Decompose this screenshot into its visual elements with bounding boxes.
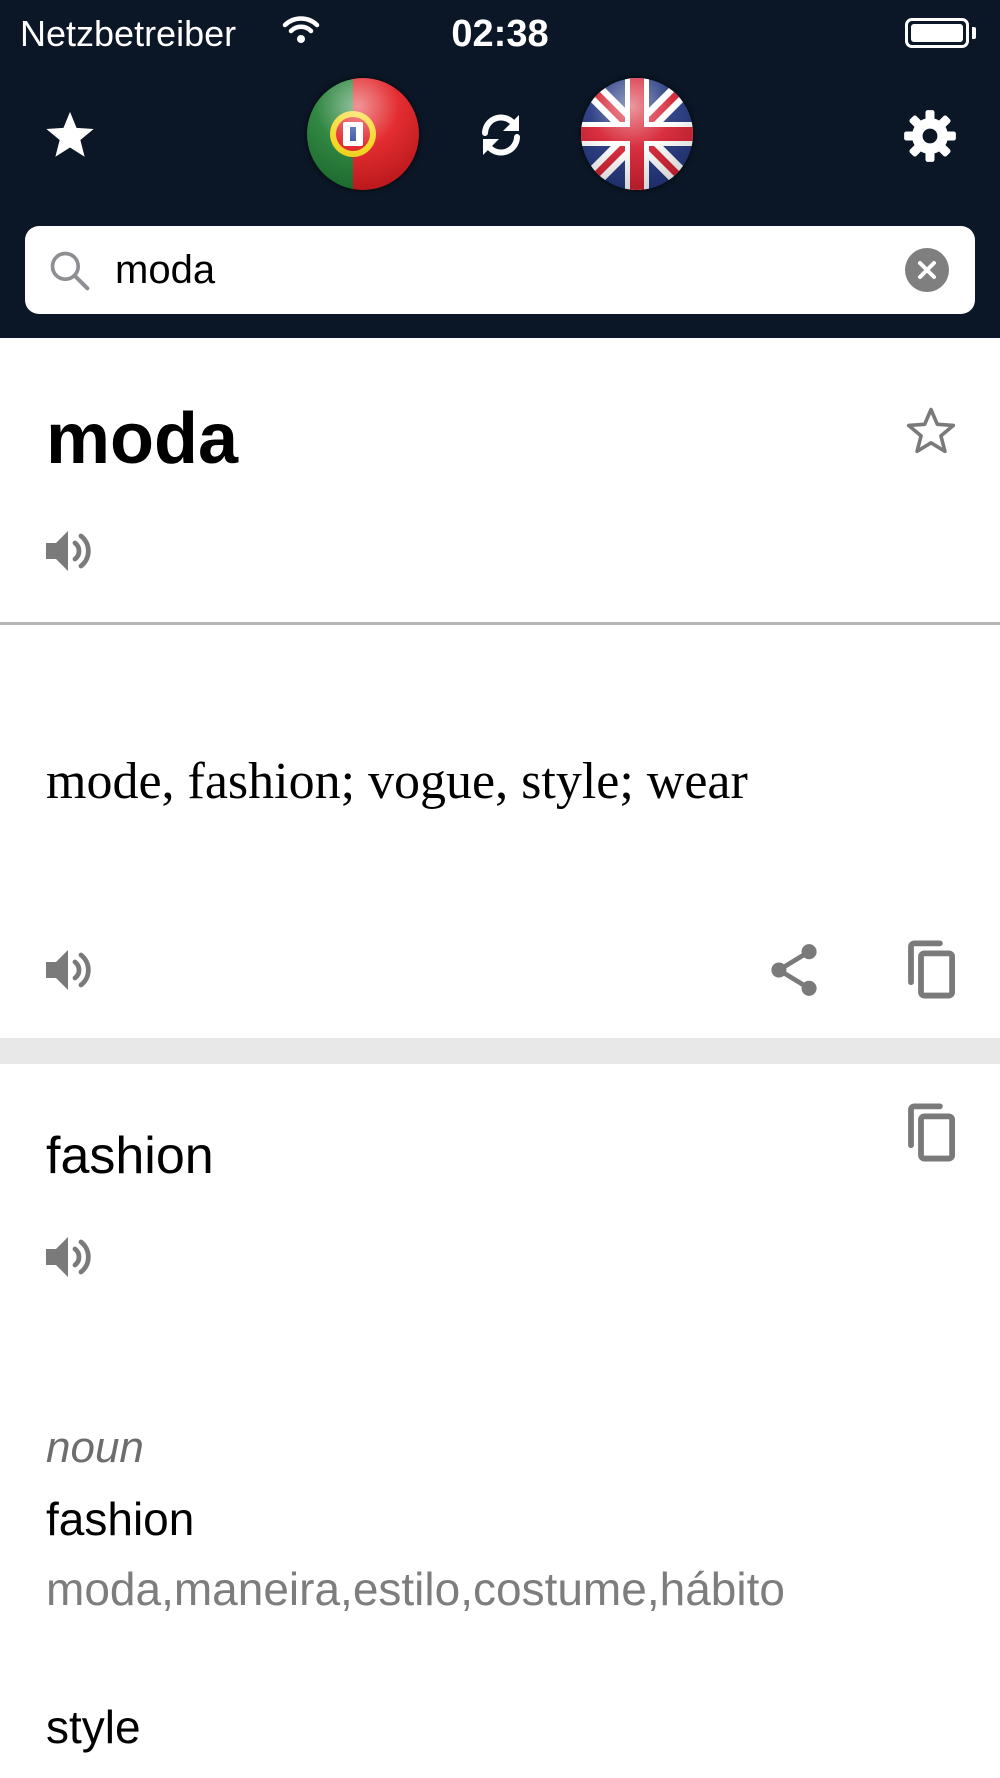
star-icon (46, 111, 94, 157)
dictionary-headword: fashion (46, 1127, 214, 1185)
search-icon (47, 248, 91, 297)
part-of-speech: noun (46, 1423, 144, 1472)
entry-term: moda (46, 399, 239, 479)
speaker-icon (46, 950, 91, 990)
settings-button[interactable] (900, 106, 960, 166)
top-bar: Netzbetreiber 02:38 (0, 0, 1000, 338)
copy-icon (908, 1103, 955, 1162)
search-bar (25, 226, 975, 314)
favorites-button[interactable] (40, 108, 100, 164)
copy-translation-button[interactable] (904, 940, 958, 1005)
speak-headword-button[interactable] (44, 1233, 96, 1286)
swap-languages-button[interactable] (474, 108, 528, 162)
close-icon (918, 261, 936, 279)
gear-icon (904, 110, 956, 162)
clear-search-button[interactable] (905, 248, 949, 292)
speak-translation-button[interactable] (44, 946, 96, 999)
battery-icon (905, 18, 969, 48)
sense-synonyms: moda,maneira,estilo,costume,hábito (46, 1563, 785, 1615)
source-language-flag[interactable] (307, 78, 419, 190)
section-separator (0, 1038, 1000, 1064)
swap-refresh-icon (482, 114, 520, 156)
clock-label: 02:38 (451, 13, 549, 55)
star-outline-icon (906, 407, 956, 454)
speaker-icon (46, 1237, 91, 1277)
sense-word: style (46, 1701, 141, 1753)
sense-word: fashion (46, 1493, 195, 1545)
battery-tip (972, 27, 976, 39)
translation-text: mode, fashion; vogue, style; wear (46, 753, 748, 810)
copy-headword-button[interactable] (904, 1103, 958, 1168)
add-favorite-button[interactable] (904, 406, 958, 463)
copy-icon (908, 940, 955, 999)
share-icon (771, 944, 817, 996)
speak-term-button[interactable] (44, 527, 96, 580)
share-button[interactable] (768, 942, 820, 1003)
section-divider (0, 622, 1000, 625)
target-language-flag[interactable] (581, 78, 693, 190)
speaker-icon (46, 531, 91, 571)
search-input[interactable] (115, 226, 895, 314)
